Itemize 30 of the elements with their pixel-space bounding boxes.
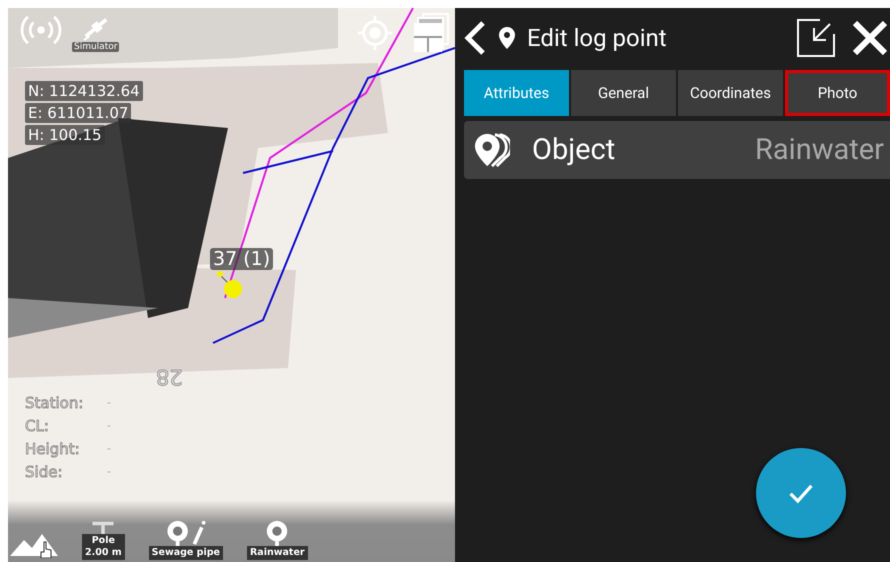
panel-title: Edit log point (527, 24, 668, 52)
point-label: 37 (1) (210, 248, 274, 270)
info-value: - (107, 419, 111, 432)
info-value: - (107, 396, 111, 409)
info-label: Station: (25, 394, 84, 412)
coordinate-text: N: 1124132.64 (25, 81, 143, 101)
tab[interactable]: General (571, 70, 676, 116)
close-icon[interactable] (852, 20, 888, 56)
tool-label[interactable]: Rainwater (246, 546, 308, 560)
info-value: - (107, 442, 111, 455)
info-label: Height: (25, 440, 81, 458)
attribute-value: Rainwater (755, 133, 884, 167)
coordinate-text: H: 100.15 (25, 125, 105, 145)
gps-source-label: Simulator (72, 42, 120, 52)
tab[interactable]: Coordinates (678, 70, 783, 116)
info-value: - (107, 465, 111, 478)
info-label: Side: (25, 462, 64, 480)
tab[interactable]: Photo (785, 70, 890, 116)
location-pin-icon (499, 27, 515, 49)
pins-icon (474, 132, 510, 168)
back-icon[interactable] (463, 20, 487, 56)
minimize-icon[interactable] (796, 18, 836, 58)
layers-icon[interactable] (413, 13, 449, 53)
info-label: CL: (25, 416, 50, 434)
coordinate-text: E: 611011.07 (25, 103, 132, 123)
attribute-row[interactable]: Object Rainwater (464, 121, 890, 179)
tool-label[interactable]: Pole 2.00 m (82, 534, 125, 560)
tool-label[interactable]: Sewage pipe (148, 546, 223, 560)
building-number: 28 (156, 365, 183, 389)
attribute-name: Object (532, 133, 616, 167)
